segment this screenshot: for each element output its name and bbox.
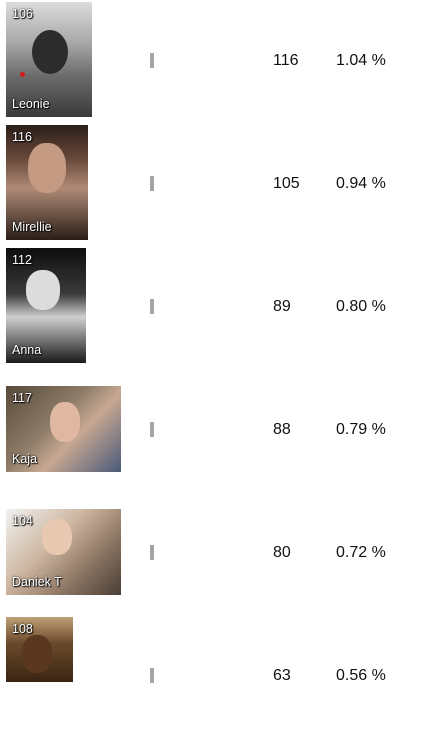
vote-count: 89 — [273, 298, 291, 315]
contestant-name: Anna — [12, 343, 42, 357]
photo-subject — [28, 143, 66, 193]
vote-percentage: 0.72 % — [336, 544, 386, 561]
ranking-row: 117 Kaja 88 0.79 % — [0, 371, 426, 494]
ranking-row: 104 Daniek T 80 0.72 % — [0, 494, 426, 617]
vote-share-bar — [150, 668, 154, 683]
contestant-photo[interactable]: 116 Mirellie — [6, 125, 88, 240]
contestant-photo[interactable]: 112 Anna — [6, 248, 86, 363]
contestant-photo[interactable]: 106 Leonie — [6, 2, 92, 117]
ranking-row: 108 63 0.56 % — [0, 617, 426, 740]
vote-share-bar — [150, 53, 154, 68]
contestant-number: 116 — [12, 130, 32, 144]
vote-percentage: 0.80 % — [336, 298, 386, 315]
contestant-name: Daniek T — [12, 575, 62, 589]
contestant-photo[interactable]: 117 Kaja — [6, 386, 121, 472]
ranking-row: 106 Leonie 116 1.04 % — [0, 2, 426, 125]
contestant-number: 117 — [12, 391, 32, 405]
contestant-photo[interactable]: 108 — [6, 617, 73, 682]
vote-share-bar — [150, 176, 154, 191]
ranking-row: 112 Anna 89 0.80 % — [0, 248, 426, 371]
vote-count: 88 — [273, 421, 291, 438]
vote-share-bar — [150, 545, 154, 560]
vote-share-bar — [150, 422, 154, 437]
contestant-number: 104 — [12, 514, 33, 528]
contestant-number: 108 — [12, 622, 33, 636]
ranking-row: 116 Mirellie 105 0.94 % — [0, 125, 426, 248]
vote-count: 63 — [273, 667, 291, 684]
photo-subject — [22, 635, 52, 673]
vote-percentage: 0.79 % — [336, 421, 386, 438]
contestant-name: Leonie — [12, 97, 50, 111]
photo-subject — [26, 270, 60, 310]
vote-percentage: 0.56 % — [336, 667, 386, 684]
photo-subject — [50, 402, 80, 442]
photo-subject — [32, 30, 68, 74]
rose-accent — [20, 72, 25, 77]
contestant-number: 106 — [12, 7, 33, 21]
vote-count: 105 — [273, 175, 300, 192]
contestant-photo[interactable]: 104 Daniek T — [6, 509, 121, 595]
contestant-name: Kaja — [12, 452, 38, 466]
vote-count: 80 — [273, 544, 291, 561]
contestant-name: Mirellie — [12, 220, 52, 234]
vote-count: 116 — [273, 52, 299, 69]
vote-share-bar — [150, 299, 154, 314]
vote-percentage: 1.04 % — [336, 52, 386, 69]
vote-percentage: 0.94 % — [336, 175, 386, 192]
contestant-number: 112 — [12, 253, 32, 267]
photo-subject — [42, 519, 72, 555]
